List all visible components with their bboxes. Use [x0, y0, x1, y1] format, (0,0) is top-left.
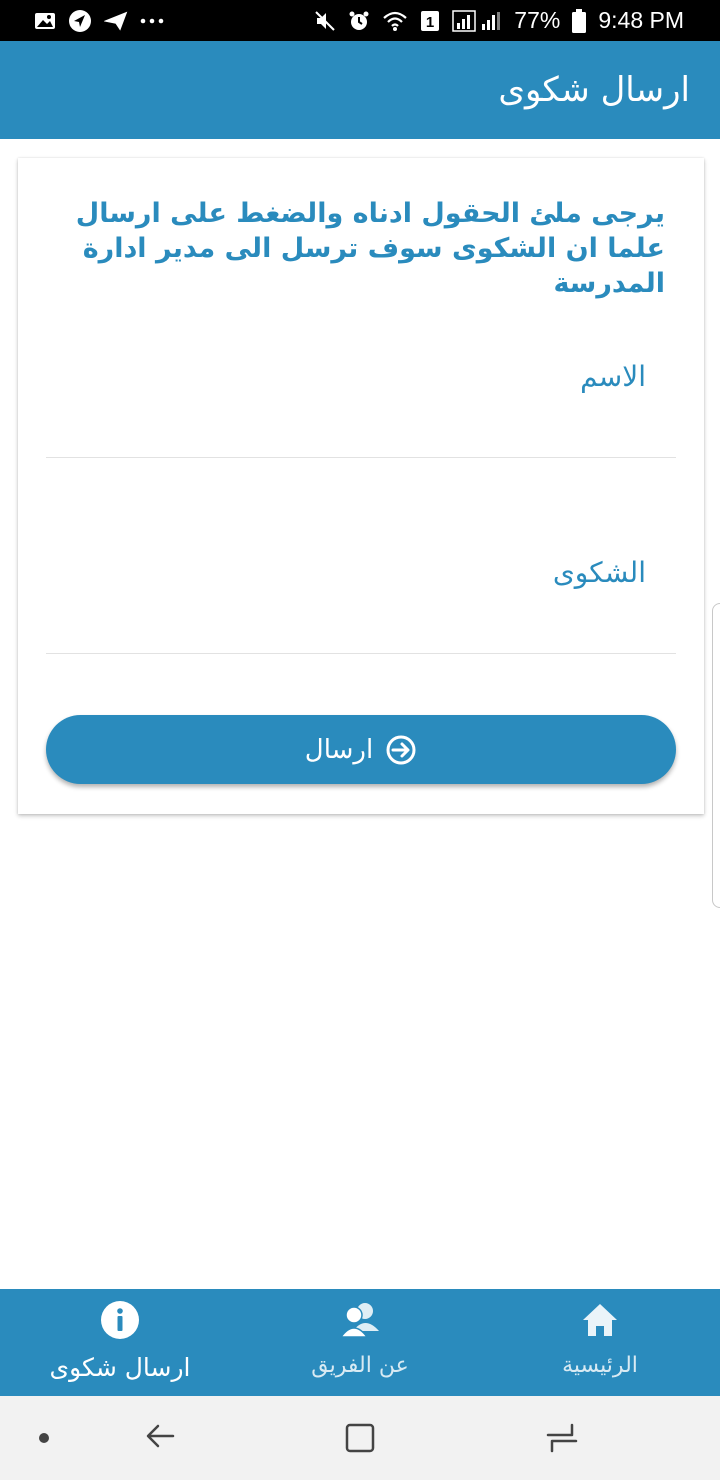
status-bar: 1 77% 9:48 PM [0, 0, 720, 41]
status-right: 1 77% 9:48 PM [314, 7, 684, 34]
nav-item-send-complaint[interactable]: ارسال شكوى [30, 1289, 210, 1396]
recents-icon [546, 1423, 578, 1453]
sim-badge-text: 1 [426, 14, 434, 31]
dot-indicator-icon [36, 1430, 52, 1446]
info-icon [100, 1299, 140, 1341]
navigation-icon [68, 9, 92, 33]
page-title: ارسال شكوى [498, 70, 690, 110]
signal-icon [452, 9, 502, 32]
complaint-form-card: يرجى ملئ الحقول ادناه والضغط على ارسال ع… [18, 158, 704, 814]
home-icon [580, 1299, 620, 1341]
send-button-label: ارسال [304, 734, 374, 765]
bottom-navigation: ارسال شكوى عن الفريق الرئيسية [0, 1289, 720, 1396]
more-notifications-icon [140, 17, 164, 25]
send-button[interactable]: ارسال [46, 715, 676, 784]
system-navigation-bar [0, 1396, 720, 1480]
team-icon [339, 1299, 381, 1341]
back-button[interactable] [140, 1416, 180, 1456]
app-bar: ارسال شكوى [0, 41, 720, 139]
sim-badge: 1 [420, 10, 440, 32]
wifi-icon [382, 10, 408, 32]
mute-icon [314, 10, 336, 32]
battery-icon [572, 8, 587, 33]
home-system-button[interactable] [340, 1418, 380, 1458]
recents-button[interactable] [540, 1418, 584, 1458]
app-root: 1 77% 9:48 PM ارسال شكوى يرجى ملئ الحقول… [0, 0, 720, 1480]
nav-label-about-team: عن الفريق [311, 1353, 409, 1378]
gallery-icon [34, 11, 56, 31]
name-field[interactable]: الاسم [46, 338, 676, 458]
send-notification-icon [104, 11, 128, 31]
edge-panel-handle[interactable] [712, 603, 720, 908]
nav-label-home: الرئيسية [562, 1353, 638, 1378]
complaint-field[interactable]: الشكوى [46, 534, 676, 654]
battery-percent: 77% [514, 7, 561, 33]
login-arrow-icon [385, 734, 417, 766]
name-field-label: الاسم [580, 360, 646, 393]
nav-item-home[interactable]: الرئيسية [520, 1289, 680, 1396]
nav-label-send-complaint: ارسال شكوى [49, 1353, 191, 1382]
home-square-icon [345, 1423, 375, 1453]
clock: 9:48 PM [598, 7, 684, 33]
back-arrow-icon [146, 1424, 175, 1448]
complaint-field-label: الشكوى [552, 556, 646, 589]
status-left [34, 9, 164, 33]
alarm-icon [348, 10, 370, 32]
form-instructions: يرجى ملئ الحقول ادناه والضغط على ارسال ع… [75, 198, 665, 299]
nav-item-about-team[interactable]: عن الفريق [280, 1289, 440, 1396]
